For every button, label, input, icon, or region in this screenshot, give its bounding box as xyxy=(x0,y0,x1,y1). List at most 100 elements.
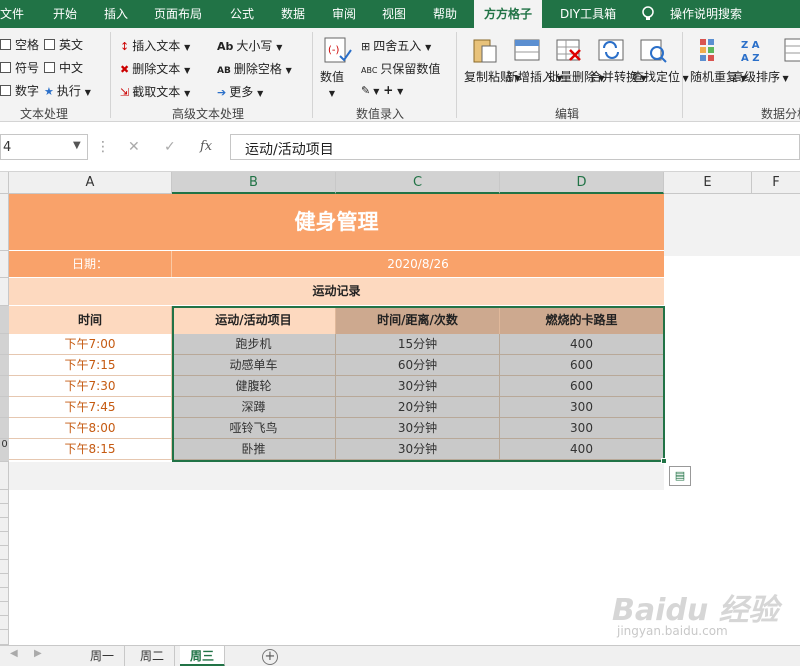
row-header[interactable] xyxy=(0,334,9,355)
case-button[interactable]: Ab 大小写 ▼ xyxy=(217,37,282,54)
header-cell-time[interactable]: 时间 xyxy=(9,306,172,334)
table-cell-calories[interactable]: 600 xyxy=(500,376,664,397)
tab-fangfang[interactable]: 方方格子 xyxy=(474,0,543,28)
formula-input[interactable]: 运动/活动项目 xyxy=(230,134,800,160)
tab-home[interactable]: 开始 xyxy=(53,0,77,28)
table-cell-duration[interactable]: 60分钟 xyxy=(336,355,500,376)
insert-text-button[interactable]: ↕ 插入文本 ▼ xyxy=(120,37,190,54)
table-cell-duration[interactable]: 30分钟 xyxy=(336,439,500,460)
tab-insert[interactable]: 插入 xyxy=(104,0,128,28)
table-cell-duration[interactable]: 20分钟 xyxy=(336,397,500,418)
tell-me-search[interactable]: 操作说明搜索 xyxy=(670,0,742,28)
tab-data[interactable]: 数据 xyxy=(281,0,305,28)
row-header[interactable] xyxy=(0,376,9,397)
row-header[interactable] xyxy=(0,518,9,532)
date-value-cell[interactable]: 2020/8/26 xyxy=(172,251,664,277)
row-header[interactable] xyxy=(0,588,9,602)
table-cell-time[interactable]: 下午8:00 xyxy=(9,418,172,439)
chinese-checkbox[interactable]: 中文 xyxy=(44,59,83,76)
sheet-tab-wednesday[interactable]: 周三 xyxy=(180,646,226,666)
header-cell-activity[interactable]: 运动/活动项目 xyxy=(172,306,336,334)
sheet-tab-monday[interactable]: 周一 xyxy=(80,646,126,666)
scroll-right-icon[interactable]: ▶ xyxy=(34,648,42,659)
table-cell-activity[interactable]: 动感单车 xyxy=(172,355,336,376)
symbol-checkbox[interactable]: 符号 xyxy=(0,59,39,76)
row-header[interactable] xyxy=(0,560,9,574)
space-checkbox[interactable]: 空格 xyxy=(0,36,39,53)
tab-view[interactable]: 视图 xyxy=(382,0,406,28)
tab-diy-toolbox[interactable]: DIY工具箱 xyxy=(560,0,616,28)
row-header[interactable] xyxy=(0,602,9,616)
fill-handle[interactable] xyxy=(661,458,667,464)
row-header[interactable] xyxy=(0,278,9,306)
table-cell-activity[interactable]: 跑步机 xyxy=(172,334,336,355)
row-header[interactable] xyxy=(0,355,9,376)
table-cell-activity[interactable]: 深蹲 xyxy=(172,397,336,418)
table-cell-calories[interactable]: 300 xyxy=(500,397,664,418)
tab-file[interactable]: 文件 xyxy=(0,0,24,28)
delete-text-button[interactable]: ✖ 删除文本 ▼ xyxy=(120,60,190,77)
record-label-cell[interactable]: 运动记录 xyxy=(9,278,664,305)
column-header-e[interactable]: E xyxy=(664,172,752,194)
table-cell-calories[interactable]: 600 xyxy=(500,355,664,376)
enter-icon[interactable]: ✓ xyxy=(164,139,176,155)
tab-review[interactable]: 审阅 xyxy=(332,0,356,28)
select-all-corner[interactable] xyxy=(0,172,9,194)
column-header-b[interactable]: B xyxy=(172,172,336,194)
table-cell-duration[interactable]: 30分钟 xyxy=(336,376,500,397)
table-cell-time[interactable]: 下午7:30 xyxy=(9,376,172,397)
english-checkbox[interactable]: 英文 xyxy=(44,36,83,53)
cancel-icon[interactable]: ✕ xyxy=(128,139,140,155)
insert-function-icon[interactable]: fx xyxy=(200,139,212,154)
row-header[interactable] xyxy=(0,490,9,504)
row-header[interactable]: 0 xyxy=(0,439,9,462)
column-header-a[interactable]: A xyxy=(9,172,172,194)
row-header[interactable] xyxy=(0,546,9,560)
table-cell-time[interactable]: 下午7:15 xyxy=(9,355,172,376)
quick-analysis-icon[interactable]: ▤ xyxy=(669,466,691,486)
add-sheet-button[interactable]: + xyxy=(262,649,278,665)
table-cell-calories[interactable]: 400 xyxy=(500,439,664,460)
row-header[interactable] xyxy=(0,532,9,546)
tab-page-layout[interactable]: 页面布局 xyxy=(154,0,202,28)
row-header[interactable] xyxy=(0,630,9,645)
row-header[interactable] xyxy=(0,574,9,588)
row-header[interactable] xyxy=(0,616,9,630)
row-header[interactable] xyxy=(0,504,9,518)
fill-options-button[interactable]: ✎ ▼ + ▼ xyxy=(361,83,403,97)
column-header-f[interactable]: F xyxy=(752,172,800,194)
table-cell-time[interactable]: 下午7:45 xyxy=(9,397,172,418)
more-button[interactable]: ➔ 更多 ▼ xyxy=(217,83,263,100)
column-header-d[interactable]: D xyxy=(500,172,664,194)
row-header[interactable] xyxy=(0,251,9,278)
sheet-title[interactable]: 健身管理 xyxy=(9,194,664,250)
delete-spaces-button[interactable]: AB 删除空格 ▼ xyxy=(217,60,292,77)
scroll-left-icon[interactable]: ◀ xyxy=(10,648,18,659)
header-cell-calories[interactable]: 燃烧的卡路里 xyxy=(500,306,664,334)
tab-help[interactable]: 帮助 xyxy=(433,0,457,28)
find-locate-button[interactable]: 查找定位 ▼ xyxy=(632,70,689,86)
keep-values-button[interactable]: ABC 只保留数值 xyxy=(361,60,440,77)
row-header[interactable] xyxy=(0,418,9,439)
column-header-c[interactable]: C xyxy=(336,172,500,194)
table-cell-time[interactable]: 下午7:00 xyxy=(9,334,172,355)
row-header[interactable] xyxy=(0,397,9,418)
row-header[interactable] xyxy=(0,194,9,251)
table-cell-time[interactable]: 下午8:15 xyxy=(9,439,172,460)
header-cell-duration[interactable]: 时间/距离/次数 xyxy=(336,306,500,334)
round-button[interactable]: ⊞ 四舍五入 ▼ xyxy=(361,37,431,54)
table-cell-activity[interactable]: 健腹轮 xyxy=(172,376,336,397)
name-box[interactable]: 4 ▼ xyxy=(0,134,88,160)
numeric-value-button[interactable]: 数值 ▼ xyxy=(320,70,344,101)
row-header[interactable] xyxy=(0,462,9,490)
date-label-cell[interactable]: 日期： xyxy=(9,251,172,277)
table-cell-duration[interactable]: 15分钟 xyxy=(336,334,500,355)
table-cell-duration[interactable]: 30分钟 xyxy=(336,418,500,439)
number-checkbox[interactable]: 数字 xyxy=(0,82,39,99)
advanced-sort-button[interactable]: 高级排序 ▼ xyxy=(732,70,789,86)
extract-text-button[interactable]: ⇲ 截取文本 ▼ xyxy=(120,83,190,100)
table-cell-activity[interactable]: 卧推 xyxy=(172,439,336,460)
table-cell-activity[interactable]: 哑铃飞鸟 xyxy=(172,418,336,439)
tab-formulas[interactable]: 公式 xyxy=(230,0,254,28)
table-cell-calories[interactable]: 400 xyxy=(500,334,664,355)
